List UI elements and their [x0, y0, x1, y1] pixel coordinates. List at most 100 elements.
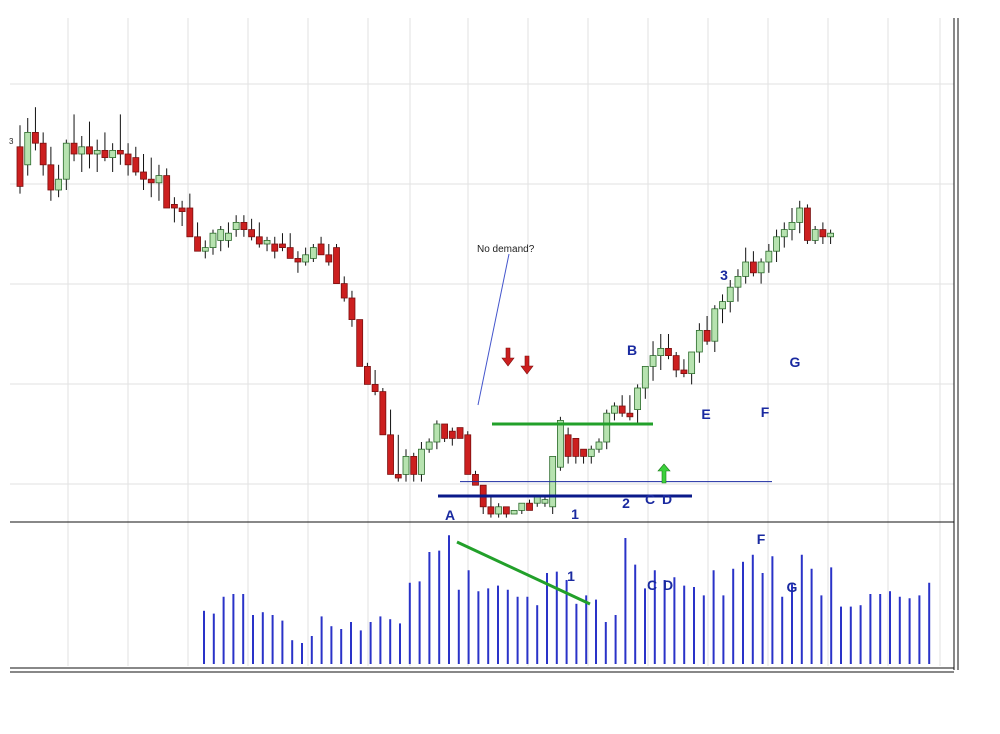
candle-down	[371, 383, 379, 392]
candle-up	[688, 351, 696, 375]
candle-down	[703, 329, 711, 342]
candle-down	[410, 455, 418, 475]
candle-up	[541, 499, 549, 504]
candle-up	[425, 441, 433, 450]
price-annotation: G	[790, 354, 801, 370]
candle-up	[587, 448, 595, 457]
candle-down	[147, 178, 155, 184]
candle-down	[279, 243, 286, 248]
candle-down	[487, 506, 495, 515]
candle-up	[225, 232, 232, 241]
candle-up	[641, 365, 649, 389]
candle-down	[39, 142, 47, 166]
candle-up	[155, 175, 163, 184]
candle-up	[55, 178, 62, 191]
candle-up	[495, 506, 503, 515]
candle-up	[827, 232, 834, 238]
candle-up	[773, 236, 780, 252]
volume-annotation: D	[663, 577, 673, 593]
candle-down	[502, 506, 510, 515]
candle-down	[317, 243, 325, 256]
candle-down	[472, 473, 479, 486]
candle-down	[16, 146, 24, 187]
candle-down	[618, 405, 626, 414]
candle-down	[286, 247, 294, 259]
candle-down	[379, 391, 387, 436]
candle-up	[217, 229, 225, 241]
candle-down	[178, 207, 186, 212]
candle-up	[62, 142, 70, 180]
candle-down	[70, 142, 78, 155]
candle-down	[194, 236, 201, 252]
price-annotation: A	[445, 507, 455, 523]
candle-down	[441, 423, 449, 439]
price-annotation: C	[645, 491, 655, 507]
candle-down	[464, 434, 472, 475]
candle-up	[742, 261, 750, 277]
candle-down	[572, 437, 580, 457]
chart-frame: No demand?A 12BC DE FG33 1C DFG	[0, 0, 1000, 734]
candle-up	[109, 149, 117, 158]
candle-down	[47, 164, 55, 191]
candle-up	[263, 239, 271, 245]
price-annotation: D	[662, 491, 672, 507]
candle-up	[765, 250, 773, 263]
candle-down	[356, 319, 364, 367]
axis-label: 3	[9, 137, 14, 146]
candle-up	[518, 502, 526, 511]
candle-down	[116, 149, 124, 155]
candle-up	[734, 275, 742, 288]
candle-down	[163, 175, 171, 209]
candle-up	[402, 455, 410, 475]
candle-down	[340, 283, 348, 299]
candle-down	[363, 365, 371, 385]
candle-down	[101, 149, 109, 158]
candle-up	[657, 347, 665, 356]
candle-up	[611, 405, 618, 414]
candle-down	[271, 243, 279, 252]
candle-down	[750, 261, 757, 274]
volume-annotation: C	[647, 577, 657, 593]
candle-down	[387, 434, 394, 475]
candle-down	[394, 473, 402, 479]
candle-up	[24, 131, 32, 166]
candle-down	[348, 297, 356, 321]
candle-up	[201, 247, 209, 252]
candle-up	[510, 509, 518, 515]
candle-up	[418, 448, 425, 475]
price-annotation: 1	[571, 506, 579, 522]
candle-down	[456, 427, 464, 439]
candle-down	[526, 502, 533, 511]
candle-down	[248, 229, 256, 238]
candle-down	[804, 207, 811, 241]
candle-down	[333, 247, 340, 285]
price-annotation: E	[701, 406, 710, 422]
volume-annotation: G	[787, 579, 798, 595]
candle-down	[325, 254, 333, 263]
candle-down	[680, 369, 688, 374]
price-annotation: No demand?	[477, 244, 535, 255]
candle-up	[726, 286, 734, 303]
candle-down	[448, 430, 456, 439]
candle-down	[819, 229, 827, 238]
candle-up	[649, 355, 657, 367]
candle-up	[78, 146, 86, 155]
candle-down	[124, 153, 132, 166]
candle-down	[170, 203, 178, 209]
candle-down	[86, 146, 93, 155]
candle-down	[240, 221, 248, 230]
candle-down	[564, 434, 572, 457]
candle-up	[719, 301, 726, 310]
price-annotation: F	[761, 404, 770, 420]
candle-up	[309, 247, 317, 259]
candle-up	[796, 207, 804, 223]
volume-annotation: F	[757, 531, 766, 547]
candle-up	[93, 149, 101, 155]
volume-annotation: 1	[567, 568, 575, 584]
candle-up	[811, 229, 819, 241]
candle-up	[209, 232, 217, 248]
candle-up	[302, 254, 310, 263]
price-annotation: 2	[622, 495, 630, 511]
price-annotation: 3	[720, 267, 728, 283]
candle-down	[255, 236, 263, 245]
